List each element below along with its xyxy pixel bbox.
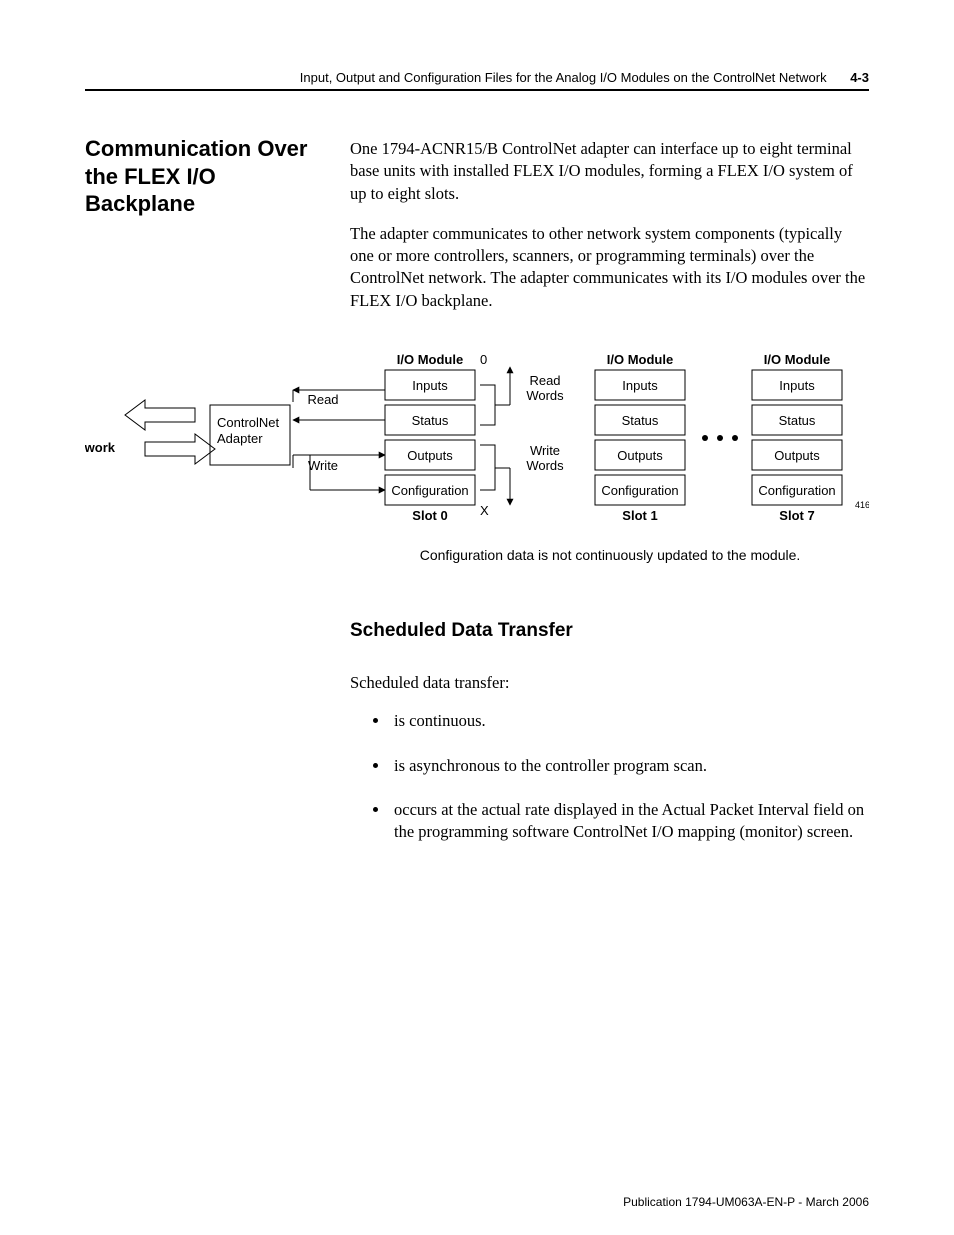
io-module-slot1: I/O Module Inputs Status Outputs Configu…	[595, 352, 685, 523]
write-words-1: Write	[530, 443, 560, 458]
svg-text:Configuration: Configuration	[601, 483, 678, 498]
svg-text:Inputs: Inputs	[622, 378, 658, 393]
read-label: Read	[307, 392, 338, 407]
flex-io-diagram: Network ControlNet Adapter Read Write I/…	[85, 350, 869, 540]
section-heading: Communication Over the FLEX I/O Backplan…	[85, 135, 325, 218]
io-module-slot0: I/O Module Inputs Status Outputs Configu…	[385, 352, 475, 523]
adapter-label-1: ControlNet	[217, 415, 280, 430]
svg-text:Slot 1: Slot 1	[622, 508, 657, 523]
io-module-slot7: I/O Module Inputs Status Outputs Configu…	[752, 352, 842, 523]
zero-label: 0	[480, 352, 487, 367]
svg-text:I/O Module: I/O Module	[397, 352, 463, 367]
network-label: Network	[85, 440, 116, 455]
bullet-3: occurs at the actual rate displayed in t…	[390, 799, 870, 844]
svg-text:Status: Status	[622, 413, 659, 428]
svg-text:Slot 7: Slot 7	[779, 508, 814, 523]
page-header: Input, Output and Configuration Files fo…	[85, 70, 869, 91]
adapter-label-2: Adapter	[217, 431, 263, 446]
write-words-bracket	[480, 445, 510, 505]
svg-text:I/O Module: I/O Module	[607, 352, 673, 367]
read-words-bracket	[480, 367, 510, 425]
svg-text:Configuration: Configuration	[758, 483, 835, 498]
page-number: 4-3	[850, 70, 869, 85]
footer-publication: Publication 1794-UM063A-EN-P - March 200…	[623, 1195, 869, 1209]
read-words-2: Words	[526, 388, 564, 403]
header-title: Input, Output and Configuration Files fo…	[300, 70, 827, 85]
write-words-2: Words	[526, 458, 564, 473]
svg-text:Status: Status	[412, 413, 449, 428]
subheading: Scheduled Data Transfer	[350, 620, 573, 642]
figure-number: 41626	[855, 500, 869, 510]
x-label: X	[480, 503, 489, 518]
sub-body: Scheduled data transfer: is continuous. …	[350, 672, 870, 865]
bullet-2: is asynchronous to the controller progra…	[390, 755, 870, 777]
sub-intro: Scheduled data transfer:	[350, 672, 870, 694]
svg-text:Slot 0: Slot 0	[412, 508, 447, 523]
diagram-caption: Configuration data is not continuously u…	[350, 547, 870, 563]
read-words-1: Read	[529, 373, 560, 388]
bullet-1: is continuous.	[390, 710, 870, 732]
write-label: Write	[308, 458, 338, 473]
svg-text:Outputs: Outputs	[774, 448, 820, 463]
svg-text:Status: Status	[779, 413, 816, 428]
paragraph-1: One 1794-ACNR15/B ControlNet adapter can…	[350, 138, 870, 205]
svg-text:Inputs: Inputs	[779, 378, 815, 393]
network-arrow-left	[125, 400, 195, 430]
svg-text:Outputs: Outputs	[617, 448, 663, 463]
body-column: One 1794-ACNR15/B ControlNet adapter can…	[350, 138, 870, 330]
paragraph-2: The adapter communicates to other networ…	[350, 223, 870, 312]
svg-text:I/O Module: I/O Module	[764, 352, 830, 367]
network-arrow-right	[145, 434, 215, 464]
ellipsis-dots	[702, 435, 738, 441]
svg-text:Outputs: Outputs	[407, 448, 453, 463]
svg-text:Configuration: Configuration	[391, 483, 468, 498]
svg-text:Inputs: Inputs	[412, 378, 448, 393]
